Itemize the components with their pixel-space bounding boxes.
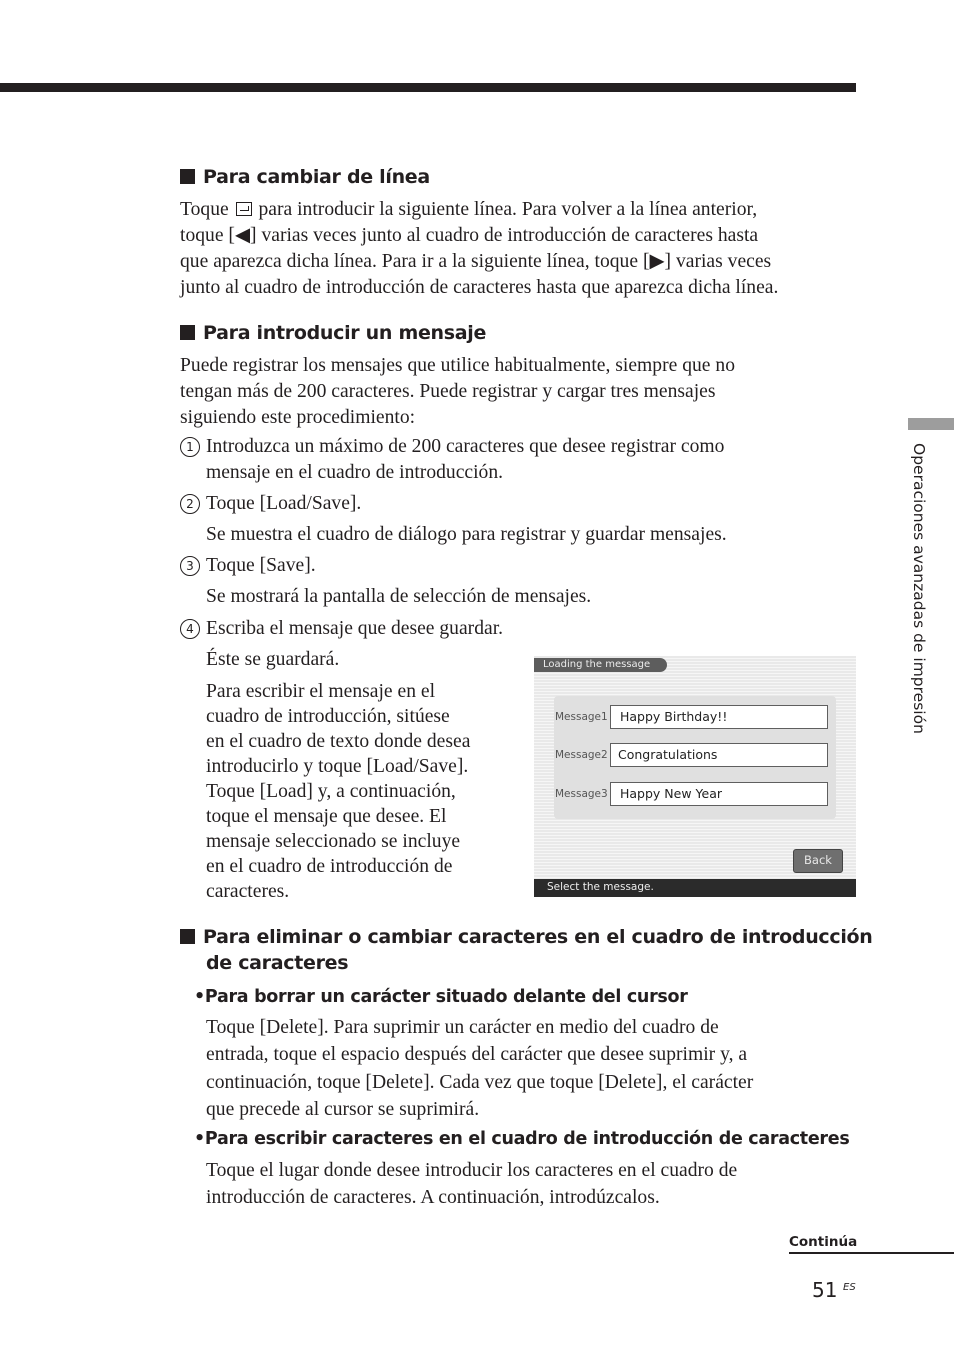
heading-eliminar-line2: de caracteres [206,952,349,974]
step-3-note: Se mostrará la pantalla de selección de … [206,586,592,607]
heading-cambiar-linea: Para cambiar de línea [180,164,430,190]
text-line: Toque para introducir la siguiente línea… [180,199,758,220]
step-4-note: Éste se guardará. [206,649,340,670]
text-line: introducirlo y toque [Load/Save]. [206,756,469,777]
paragraph-borrar: Toque [Delete]. Para suprimir un carácte… [206,1014,753,1123]
text-line: tengan más de 200 caracteres. Puede regi… [180,381,716,402]
message-label: Message2 [555,749,608,761]
message-row: Message3 Happy New Year [554,782,836,806]
message-field[interactable]: Happy New Year [610,782,828,806]
text-line: Toque el lugar donde desee introducir lo… [206,1160,738,1181]
paragraph-load: Para escribir el mensaje en el cuadro de… [206,679,470,904]
text-line: toque el mensaje que desee. El [206,806,447,827]
subheading-escribir: •Para escribir caracteres en el cuadro d… [194,1129,850,1149]
heading-eliminar: Para eliminar o cambiar caracteres en el… [180,924,873,950]
message-row: Message2 Congratulations [554,743,836,767]
step-4-text: Escriba el mensaje que desee guardar. [206,618,504,639]
text-line: que aparezca dicha línea. Para ir a la s… [180,251,772,272]
text-line: en el cuadro de introducción de [206,856,453,877]
step-number-3: 3 [180,556,200,576]
step-number-4: 4 [180,619,200,639]
message-label: Message3 [555,788,608,800]
language-code: ES [843,1282,856,1293]
text-line: Para escribir el mensaje en el [206,681,436,702]
text-line: mensaje seleccionado se incluye [206,831,461,852]
message-row: Message1 Happy Birthday!! [554,705,836,729]
device-screenshot: Loading the message Message1 Happy Birth… [534,656,856,897]
text-line: en el cuadro de texto donde desea [206,731,471,752]
step-number-1: 1 [180,437,200,457]
square-bullet-icon [180,929,195,944]
text-line: cuadro de introducción, sitúese [206,706,450,727]
top-rule [0,83,856,92]
text-line: Toque [Delete]. Para suprimir un carácte… [206,1017,719,1038]
back-button[interactable]: Back [793,849,843,873]
text-line: Puede registrar los mensajes que utilice… [180,355,735,376]
message-panel: Message1 Happy Birthday!! Message2 Congr… [554,696,836,819]
paragraph-cambiar-linea: Toque para introducir la siguiente línea… [180,197,778,301]
text-line: toque [◀] varias veces junto al cuadro d… [180,225,759,246]
message-field[interactable]: Congratulations [610,743,828,767]
square-bullet-icon [180,169,195,184]
text-line: caracteres. [206,881,290,902]
step-2-note: Se muestra el cuadro de diálogo para reg… [206,524,727,545]
status-bar: Select the message. [534,879,856,897]
text-line: siguiendo este procedimiento: [180,407,416,428]
message-field[interactable]: Happy Birthday!! [610,705,828,729]
side-tab-marker [908,418,954,430]
step-1-text: Introduzca un máximo de 200 caracteres q… [206,436,725,483]
text-line: introducción de caracteres. A continuaci… [206,1187,660,1209]
continued-label: Continúa [789,1234,858,1250]
paragraph-escribir: Toque el lugar donde desee introducir lo… [206,1157,737,1212]
enter-key-icon [235,202,252,216]
text-line: Toque [Load] y, a continuación, [206,781,456,802]
side-tab-label: Operaciones avanzadas de impresión [910,443,928,734]
paragraph-intro: Puede registrar los mensajes que utilice… [180,353,735,431]
step-2-text: Toque [Load/Save]. [206,493,362,514]
page-number: 51 [812,1278,838,1302]
step-3-text: Toque [Save]. [206,555,316,576]
square-bullet-icon [180,325,195,340]
message-label: Message1 [555,711,608,723]
text-line: que precede al cursor se suprimirá. [206,1098,480,1120]
heading-introducir-mensaje: Para introducir un mensaje [180,320,486,346]
screen-title: Loading the message [534,658,667,672]
continued-rule [789,1252,954,1254]
subheading-borrar: •Para borrar un carácter situado delante… [194,987,688,1007]
step-number-2: 2 [180,494,200,514]
text-line: junto al cuadro de introducción de carac… [180,277,779,298]
text-line: entrada, toque el espacio después del ca… [206,1044,748,1066]
text-line: continuación, toque [Delete]. Cada vez q… [206,1071,754,1093]
